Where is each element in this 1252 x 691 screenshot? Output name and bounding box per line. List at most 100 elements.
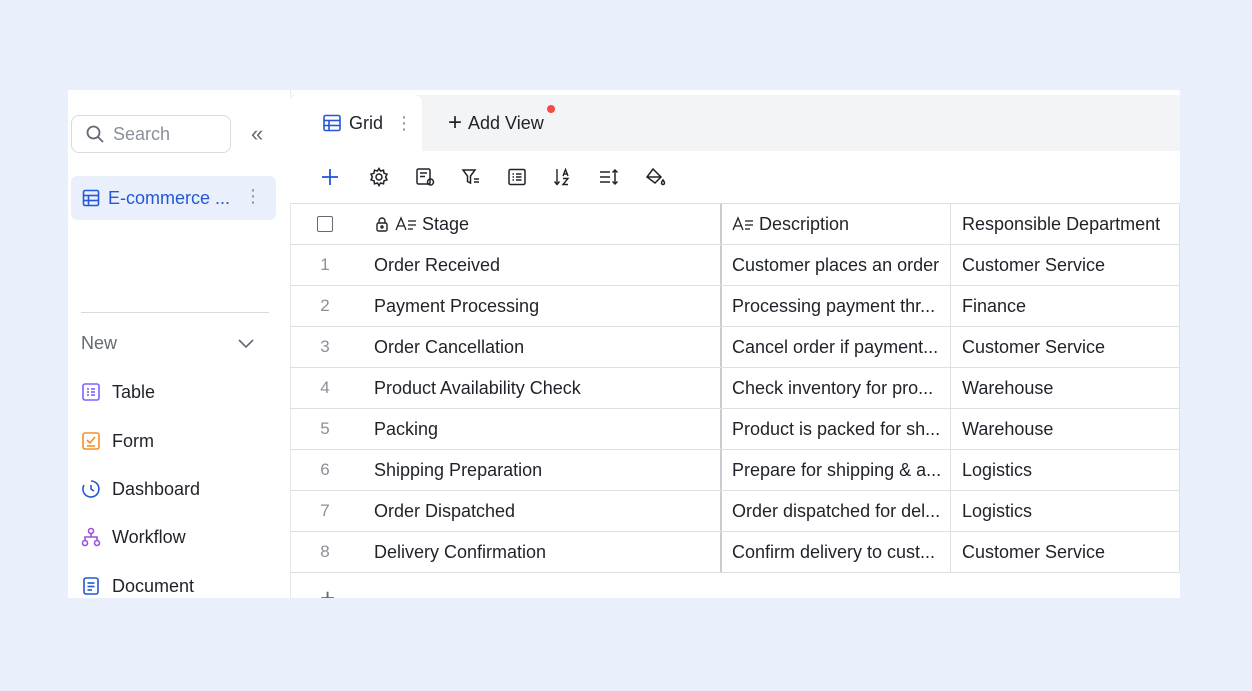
cell-stage[interactable]: Payment Processing bbox=[374, 286, 719, 326]
table-header-row: Stage Description Responsible Department bbox=[290, 204, 1180, 245]
column-label: Responsible Department bbox=[962, 213, 1161, 234]
paint-bucket-icon bbox=[645, 167, 666, 186]
cell-stage[interactable]: Order Received bbox=[374, 245, 719, 285]
cell-department[interactable]: Logistics bbox=[950, 450, 1180, 490]
cell-description[interactable]: Cancel order if payment... bbox=[720, 327, 949, 367]
table-row[interactable]: 2 Payment Processing Processing payment … bbox=[290, 286, 1180, 327]
create-table-item[interactable]: Table bbox=[81, 378, 155, 406]
create-form-item[interactable]: Form bbox=[81, 427, 154, 455]
cell-department[interactable]: Customer Service bbox=[950, 532, 1180, 572]
cell-description[interactable]: Order dispatched for del... bbox=[720, 491, 949, 531]
cell-department[interactable]: Customer Service bbox=[950, 327, 1180, 367]
tab-more-icon[interactable]: ⋮ bbox=[395, 113, 413, 134]
add-row-button[interactable]: + bbox=[320, 585, 335, 598]
cell-department[interactable]: Warehouse bbox=[950, 409, 1180, 449]
dashboard-icon bbox=[81, 479, 101, 499]
toolbar bbox=[290, 151, 1180, 203]
row-number: 3 bbox=[320, 337, 330, 356]
view-tabs: Grid ⋮ + Add View bbox=[290, 95, 1180, 151]
table-row[interactable]: 5 Packing Product is packed for sh... Wa… bbox=[290, 409, 1180, 450]
row-number: 5 bbox=[320, 419, 330, 438]
list-icon bbox=[508, 168, 526, 186]
cell-description[interactable]: Customer places an order bbox=[720, 245, 949, 285]
add-record-button[interactable] bbox=[319, 166, 341, 188]
row-number: 6 bbox=[320, 460, 330, 479]
cell-stage[interactable]: Order Dispatched bbox=[374, 491, 719, 531]
lock-icon bbox=[374, 216, 390, 232]
new-label: New bbox=[81, 332, 118, 353]
row-height-button[interactable] bbox=[598, 166, 620, 188]
cell-description[interactable]: Check inventory for pro... bbox=[720, 368, 949, 408]
row-number: 2 bbox=[320, 296, 330, 315]
cell-description[interactable]: Confirm delivery to cust... bbox=[720, 532, 949, 572]
cell-stage[interactable]: Packing bbox=[374, 409, 719, 449]
field-settings-icon bbox=[416, 168, 435, 186]
table-row[interactable]: 6 Shipping Preparation Prepare for shipp… bbox=[290, 450, 1180, 491]
select-all-checkbox[interactable] bbox=[317, 216, 333, 232]
column-header-description[interactable]: Description bbox=[720, 204, 949, 244]
cell-stage[interactable]: Order Cancellation bbox=[374, 327, 719, 367]
sort-button[interactable] bbox=[552, 166, 574, 188]
divider bbox=[81, 312, 269, 313]
row-number: 1 bbox=[320, 255, 330, 274]
create-document-item[interactable]: Document bbox=[81, 572, 194, 598]
cell-description[interactable]: Prepare for shipping & a... bbox=[720, 450, 949, 490]
notification-dot bbox=[547, 105, 555, 113]
table-row[interactable]: 8 Delivery Confirmation Confirm delivery… bbox=[290, 532, 1180, 573]
table-row[interactable]: 4 Product Availability Check Check inven… bbox=[290, 368, 1180, 409]
document-icon bbox=[81, 576, 101, 596]
column-label: Stage bbox=[422, 213, 470, 234]
create-workflow-item[interactable]: Workflow bbox=[81, 523, 186, 551]
cell-department[interactable]: Finance bbox=[950, 286, 1180, 326]
create-form-label: Form bbox=[112, 430, 154, 451]
data-grid: Stage Description Responsible Department… bbox=[290, 203, 1180, 573]
cell-department[interactable]: Warehouse bbox=[950, 368, 1180, 408]
tab-grid-label: Grid bbox=[349, 112, 384, 133]
table-row[interactable]: 7 Order Dispatched Order dispatched for … bbox=[290, 491, 1180, 532]
cell-description[interactable]: Product is packed for sh... bbox=[720, 409, 949, 449]
workflow-icon bbox=[81, 527, 101, 547]
chevron-down-icon bbox=[238, 339, 254, 349]
table-icon bbox=[81, 382, 101, 402]
cell-department[interactable]: Customer Service bbox=[950, 245, 1180, 285]
cell-stage[interactable]: Shipping Preparation bbox=[374, 450, 719, 490]
plus-icon bbox=[322, 169, 338, 185]
field-config-button[interactable] bbox=[414, 166, 436, 188]
text-field-icon bbox=[732, 216, 754, 232]
settings-button[interactable] bbox=[368, 166, 390, 188]
search-placeholder: Search bbox=[113, 123, 171, 144]
tab-grid[interactable]: Grid ⋮ bbox=[290, 95, 422, 151]
more-options-icon[interactable]: ⋮ bbox=[244, 186, 262, 207]
create-dashboard-label: Dashboard bbox=[112, 478, 201, 499]
row-height-icon bbox=[600, 168, 619, 186]
create-dashboard-item[interactable]: Dashboard bbox=[81, 475, 200, 503]
create-document-label: Document bbox=[112, 575, 195, 596]
grid-icon bbox=[322, 113, 342, 133]
cell-stage[interactable]: Delivery Confirmation bbox=[374, 532, 719, 572]
fill-color-button[interactable] bbox=[644, 166, 666, 188]
cell-description[interactable]: Processing payment thr... bbox=[720, 286, 949, 326]
search-icon bbox=[86, 125, 104, 143]
gear-icon bbox=[369, 167, 389, 187]
sidebar-item-ecommerce[interactable]: E-commerce ... ⋮ bbox=[71, 176, 276, 220]
column-header-stage[interactable]: Stage bbox=[374, 204, 719, 244]
collapse-sidebar-icon[interactable]: « bbox=[251, 123, 271, 145]
search-input[interactable]: Search bbox=[71, 115, 231, 153]
table-icon bbox=[82, 189, 100, 207]
column-label: Description bbox=[759, 213, 850, 234]
table-row[interactable]: 1 Order Received Customer places an orde… bbox=[290, 245, 1180, 286]
sort-az-icon bbox=[553, 167, 570, 186]
app-window: Search « E-commerce ... ⋮ New Table Form bbox=[68, 90, 1180, 598]
add-view-button[interactable]: + Add View bbox=[448, 95, 544, 151]
cell-stage[interactable]: Product Availability Check bbox=[374, 368, 719, 408]
new-section-toggle[interactable]: New bbox=[81, 330, 256, 356]
group-button[interactable] bbox=[506, 166, 528, 188]
filter-button[interactable] bbox=[460, 166, 482, 188]
filter-icon bbox=[461, 169, 479, 185]
add-view-label: Add View bbox=[468, 112, 544, 133]
table-row[interactable]: 3 Order Cancellation Cancel order if pay… bbox=[290, 327, 1180, 368]
row-number: 7 bbox=[320, 501, 330, 520]
plus-icon: + bbox=[448, 109, 463, 136]
column-header-department[interactable]: Responsible Department bbox=[950, 204, 1180, 244]
cell-department[interactable]: Logistics bbox=[950, 491, 1180, 531]
